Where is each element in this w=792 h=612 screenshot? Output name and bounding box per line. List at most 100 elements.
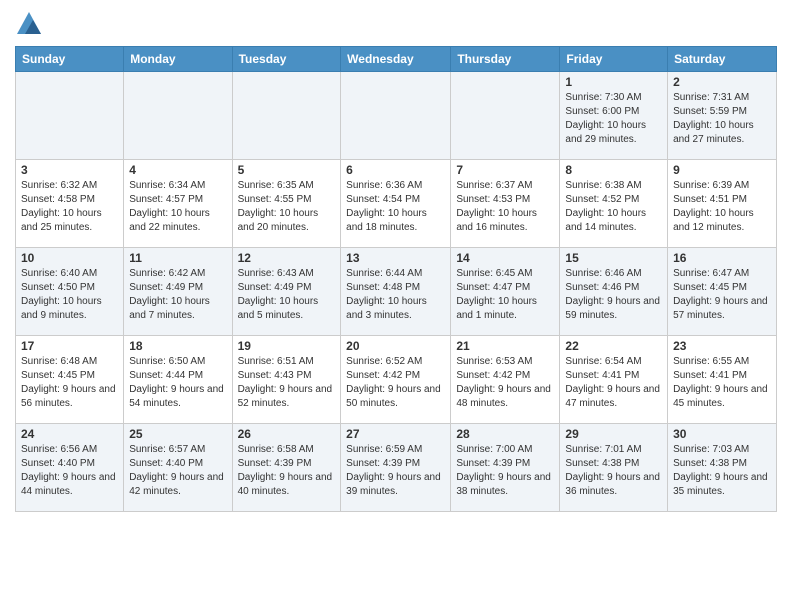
day-number: 15	[565, 251, 662, 265]
calendar-day-cell: 12Sunrise: 6:43 AM Sunset: 4:49 PM Dayli…	[232, 248, 341, 336]
day-info: Sunrise: 6:52 AM Sunset: 4:42 PM Dayligh…	[346, 355, 445, 411]
day-info: Sunrise: 7:00 AM Sunset: 4:39 PM Dayligh…	[456, 443, 554, 499]
day-info: Sunrise: 6:59 AM Sunset: 4:39 PM Dayligh…	[346, 443, 445, 499]
calendar-day-cell: 16 Sunrise: 6:47 AM Sunset: 4:45 PM Dayli…	[668, 248, 777, 336]
day-info: Sunrise: 6:36 AM Sunset: 4:54 PM Dayligh…	[346, 179, 445, 235]
day-info: Sunrise: 7:01 AM Sunset: 4:38 PM Dayligh…	[565, 443, 662, 499]
day-info: Sunrise: 6:47 AM Sunset: 4:45 PM Dayligh…	[673, 267, 771, 323]
calendar-day-cell: 15 Sunrise: 6:46 AM Sunset: 4:46 PM Dayli…	[560, 248, 668, 336]
day-number: 29	[565, 427, 662, 441]
calendar-day-cell: 4 Sunrise: 6:34 AM Sunset: 4:57 PM Daylig…	[124, 160, 232, 248]
weekday-header: Tuesday	[232, 47, 341, 72]
weekday-header: Thursday	[451, 47, 560, 72]
calendar-day-cell: 30Sunrise: 7:03 AM Sunset: 4:38 PM Dayli…	[668, 424, 777, 512]
day-info: Sunrise: 6:48 AM Sunset: 4:45 PM Dayligh…	[21, 355, 118, 411]
calendar-week-row: 17Sunrise: 6:48 AM Sunset: 4:45 PM Dayli…	[16, 336, 777, 424]
day-info: Sunrise: 6:46 AM Sunset: 4:46 PM Dayligh…	[565, 267, 662, 323]
calendar-day-cell: 24Sunrise: 6:56 AM Sunset: 4:40 PM Dayli…	[16, 424, 124, 512]
header	[15, 10, 777, 38]
calendar-day-cell: 7Sunrise: 6:37 AM Sunset: 4:53 PM Daylig…	[451, 160, 560, 248]
day-number: 27	[346, 427, 445, 441]
day-number: 14	[456, 251, 554, 265]
calendar-day-cell	[451, 72, 560, 160]
day-number: 22	[565, 339, 662, 353]
calendar-day-cell: 29 Sunrise: 7:01 AM Sunset: 4:38 PM Dayli…	[560, 424, 668, 512]
day-number: 18	[129, 339, 226, 353]
calendar-day-cell	[341, 72, 451, 160]
day-number: 3	[21, 163, 118, 177]
weekday-header: Sunday	[16, 47, 124, 72]
day-number: 23	[673, 339, 771, 353]
day-info: Sunrise: 6:57 AM Sunset: 4:40 PM Dayligh…	[129, 443, 226, 499]
logo	[15, 10, 47, 38]
day-number: 28	[456, 427, 554, 441]
day-info: Sunrise: 6:55 AM Sunset: 4:41 PM Dayligh…	[673, 355, 771, 411]
calendar-day-cell: 3 Sunrise: 6:32 AM Sunset: 4:58 PM Daylig…	[16, 160, 124, 248]
day-info: Sunrise: 6:39 AM Sunset: 4:51 PM Dayligh…	[673, 179, 771, 235]
day-number: 11	[129, 251, 226, 265]
day-info: Sunrise: 6:51 AM Sunset: 4:43 PM Dayligh…	[238, 355, 336, 411]
day-info: Sunrise: 6:38 AM Sunset: 4:52 PM Dayligh…	[565, 179, 662, 235]
weekday-header: Wednesday	[341, 47, 451, 72]
day-info: Sunrise: 6:32 AM Sunset: 4:58 PM Dayligh…	[21, 179, 118, 235]
day-number: 9	[673, 163, 771, 177]
day-number: 7	[456, 163, 554, 177]
calendar-day-cell: 5 Sunrise: 6:35 AM Sunset: 4:55 PM Daylig…	[232, 160, 341, 248]
day-number: 19	[238, 339, 336, 353]
logo-icon	[15, 10, 43, 38]
day-info: Sunrise: 7:30 AM Sunset: 6:00 PM Dayligh…	[565, 91, 662, 147]
weekday-header: Saturday	[668, 47, 777, 72]
day-number: 6	[346, 163, 445, 177]
day-info: Sunrise: 6:58 AM Sunset: 4:39 PM Dayligh…	[238, 443, 336, 499]
day-number: 4	[129, 163, 226, 177]
day-info: Sunrise: 6:35 AM Sunset: 4:55 PM Dayligh…	[238, 179, 336, 235]
day-info: Sunrise: 6:34 AM Sunset: 4:57 PM Dayligh…	[129, 179, 226, 235]
calendar-day-cell: 20Sunrise: 6:52 AM Sunset: 4:42 PM Dayli…	[341, 336, 451, 424]
day-number: 16	[673, 251, 771, 265]
day-info: Sunrise: 6:53 AM Sunset: 4:42 PM Dayligh…	[456, 355, 554, 411]
calendar-week-row: 1 Sunrise: 7:30 AM Sunset: 6:00 PM Daylig…	[16, 72, 777, 160]
day-number: 25	[129, 427, 226, 441]
calendar-day-cell: 6 Sunrise: 6:36 AM Sunset: 4:54 PM Daylig…	[341, 160, 451, 248]
day-info: Sunrise: 6:43 AM Sunset: 4:49 PM Dayligh…	[238, 267, 336, 323]
calendar-day-cell	[124, 72, 232, 160]
calendar-day-cell: 11 Sunrise: 6:42 AM Sunset: 4:49 PM Dayli…	[124, 248, 232, 336]
calendar-day-cell: 14 Sunrise: 6:45 AM Sunset: 4:47 PM Dayli…	[451, 248, 560, 336]
calendar-day-cell: 27 Sunrise: 6:59 AM Sunset: 4:39 PM Dayli…	[341, 424, 451, 512]
calendar-day-cell: 19 Sunrise: 6:51 AM Sunset: 4:43 PM Dayli…	[232, 336, 341, 424]
day-info: Sunrise: 6:42 AM Sunset: 4:49 PM Dayligh…	[129, 267, 226, 323]
calendar-day-cell: 28 Sunrise: 7:00 AM Sunset: 4:39 PM Dayli…	[451, 424, 560, 512]
day-number: 1	[565, 75, 662, 89]
day-info: Sunrise: 6:45 AM Sunset: 4:47 PM Dayligh…	[456, 267, 554, 323]
calendar-day-cell	[16, 72, 124, 160]
calendar-day-cell: 13 Sunrise: 6:44 AM Sunset: 4:48 PM Dayli…	[341, 248, 451, 336]
day-number: 24	[21, 427, 118, 441]
calendar-day-cell: 2 Sunrise: 7:31 AM Sunset: 5:59 PM Daylig…	[668, 72, 777, 160]
day-number: 13	[346, 251, 445, 265]
calendar-day-cell: 1 Sunrise: 7:30 AM Sunset: 6:00 PM Daylig…	[560, 72, 668, 160]
weekday-header: Friday	[560, 47, 668, 72]
weekday-header: Monday	[124, 47, 232, 72]
calendar-header-row: SundayMondayTuesdayWednesdayThursdayFrid…	[16, 47, 777, 72]
day-number: 5	[238, 163, 336, 177]
calendar-day-cell: 18 Sunrise: 6:50 AM Sunset: 4:44 PM Dayli…	[124, 336, 232, 424]
day-info: Sunrise: 6:54 AM Sunset: 4:41 PM Dayligh…	[565, 355, 662, 411]
calendar-day-cell: 9 Sunrise: 6:39 AM Sunset: 4:51 PM Daylig…	[668, 160, 777, 248]
day-number: 26	[238, 427, 336, 441]
calendar-week-row: 10 Sunrise: 6:40 AM Sunset: 4:50 PM Dayli…	[16, 248, 777, 336]
day-number: 2	[673, 75, 771, 89]
calendar-day-cell: 22 Sunrise: 6:54 AM Sunset: 4:41 PM Dayli…	[560, 336, 668, 424]
calendar-day-cell: 25 Sunrise: 6:57 AM Sunset: 4:40 PM Dayli…	[124, 424, 232, 512]
day-number: 8	[565, 163, 662, 177]
calendar-week-row: 24Sunrise: 6:56 AM Sunset: 4:40 PM Dayli…	[16, 424, 777, 512]
calendar-day-cell: 8 Sunrise: 6:38 AM Sunset: 4:52 PM Daylig…	[560, 160, 668, 248]
day-info: Sunrise: 7:03 AM Sunset: 4:38 PM Dayligh…	[673, 443, 771, 499]
day-info: Sunrise: 6:44 AM Sunset: 4:48 PM Dayligh…	[346, 267, 445, 323]
day-number: 10	[21, 251, 118, 265]
day-info: Sunrise: 6:40 AM Sunset: 4:50 PM Dayligh…	[21, 267, 118, 323]
calendar-day-cell: 23 Sunrise: 6:55 AM Sunset: 4:41 PM Dayli…	[668, 336, 777, 424]
calendar-week-row: 3 Sunrise: 6:32 AM Sunset: 4:58 PM Daylig…	[16, 160, 777, 248]
day-info: Sunrise: 7:31 AM Sunset: 5:59 PM Dayligh…	[673, 91, 771, 147]
calendar-day-cell: 21Sunrise: 6:53 AM Sunset: 4:42 PM Dayli…	[451, 336, 560, 424]
day-info: Sunrise: 6:50 AM Sunset: 4:44 PM Dayligh…	[129, 355, 226, 411]
